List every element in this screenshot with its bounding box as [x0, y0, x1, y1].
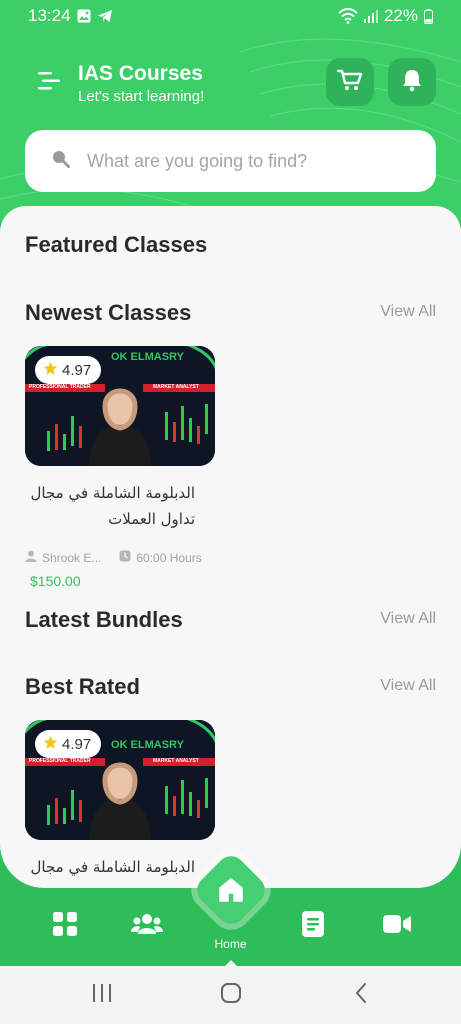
course-title: الدبلومة الشاملة في مجال: [30, 858, 195, 876]
recent-apps-button[interactable]: [89, 982, 115, 1008]
nav-home-label: Home: [214, 937, 247, 951]
latest-bundles-title: Latest Bundles: [25, 607, 183, 632]
rating-value: 4.97: [62, 361, 92, 379]
thumbnail-left-tag: PROFESSIONAL TRADER: [29, 758, 91, 764]
instructor-icon: [25, 550, 37, 565]
battery-level: 22%: [383, 6, 418, 25]
course-title: الدبلومة الشاملة في مجال تداول العملات: [30, 484, 195, 528]
status-time: 13:24: [28, 6, 71, 25]
star-icon: [43, 735, 58, 754]
cart-icon: [336, 68, 363, 97]
search-icon: [51, 149, 71, 174]
home-outline-icon: [220, 982, 242, 1009]
star-icon: [43, 361, 58, 380]
app-subtitle: Let's start learning!: [78, 88, 205, 105]
course-thumbnail: OK ELMASRY PROFESSIONAL TRADER MARKET AN…: [25, 720, 215, 840]
home-system-button[interactable]: [218, 982, 244, 1008]
newest-classes-title: Newest Classes: [25, 300, 192, 325]
app-title: IAS Courses: [78, 62, 203, 85]
gallery-icon: [77, 9, 91, 23]
newest-course-card[interactable]: OK ELMASRY PROFESSIONAL TRADER MARKET AN…: [25, 346, 215, 589]
notifications-button[interactable]: [388, 58, 436, 106]
app-header: IAS Courses Let's start learning!: [0, 32, 461, 222]
thumbnail-banner-text: OK ELMASRY: [111, 351, 184, 363]
cart-button[interactable]: [326, 58, 374, 106]
back-button[interactable]: [348, 982, 374, 1008]
instructor-name: Shrook E...: [42, 550, 102, 565]
signal-icon: [363, 9, 378, 23]
featured-classes-title: Featured Classes: [25, 232, 208, 257]
newest-view-all-link[interactable]: View All: [380, 303, 436, 321]
search-input[interactable]: [87, 150, 407, 172]
battery-icon: [424, 8, 433, 24]
rating-value: 4.97: [62, 735, 92, 753]
thumbnail-right-tag: MARKET ANALYST: [153, 758, 199, 764]
search-bar[interactable]: [25, 130, 436, 192]
bundles-view-all-link[interactable]: View All: [380, 610, 436, 628]
course-price: $150.00: [30, 573, 81, 589]
bell-icon: [401, 68, 423, 97]
clock-icon: [119, 550, 131, 565]
menu-icon: [36, 72, 62, 96]
main-content[interactable]: Featured Classes Newest Classes View All: [0, 206, 461, 888]
thumbnail-left-tag: PROFESSIONAL TRADER: [29, 384, 91, 390]
status-bar: 13:24 22%: [0, 0, 461, 32]
thumbnail-right-tag: MARKET ANALYST: [153, 384, 199, 390]
best-rated-course-card[interactable]: OK ELMASRY PROFESSIONAL TRADER MARKET AN…: [25, 720, 215, 880]
best-rated-title: Best Rated: [25, 674, 140, 699]
course-thumbnail: OK ELMASRY PROFESSIONAL TRADER MARKET AN…: [25, 346, 215, 466]
video-icon: [383, 914, 411, 939]
menu-button[interactable]: [36, 70, 62, 96]
thumbnail-banner-text: OK ELMASRY: [111, 739, 184, 751]
home-icon: [218, 877, 244, 903]
rating-badge: 4.97: [35, 730, 102, 758]
system-navigation-bar: [0, 966, 461, 1024]
course-duration: 60:00 Hours: [136, 550, 202, 565]
recent-apps-icon: [91, 983, 113, 1008]
best-rated-view-all-link[interactable]: View All: [380, 677, 436, 695]
back-icon: [353, 982, 369, 1009]
course-meta: Shrook E... 60:00 Hours: [25, 550, 215, 565]
telegram-icon: [97, 9, 113, 23]
rating-badge: 4.97: [35, 356, 102, 384]
wifi-icon: [338, 8, 358, 24]
